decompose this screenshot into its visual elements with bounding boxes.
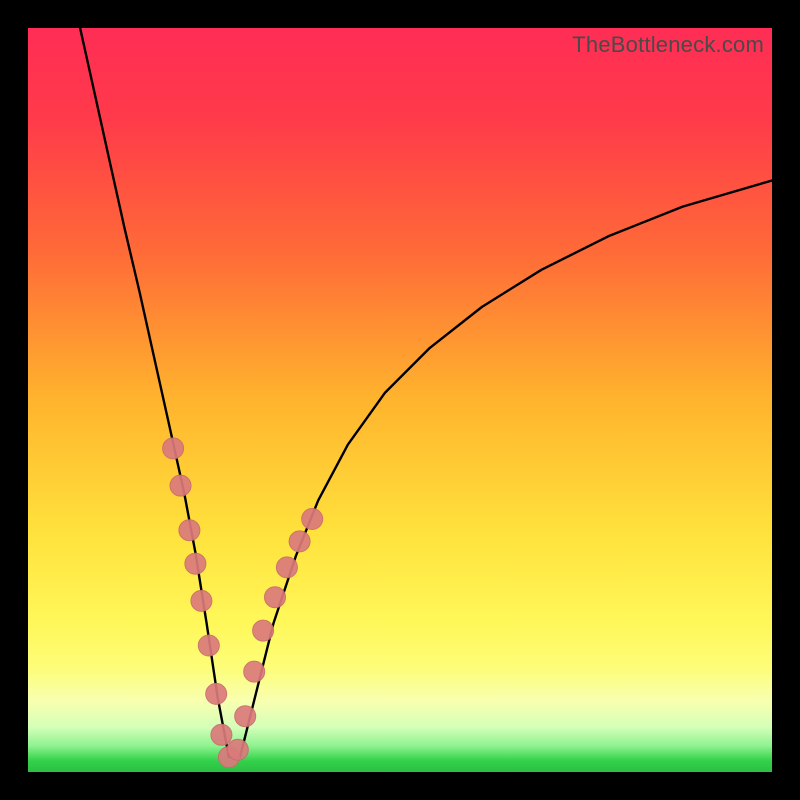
- data-marker: [235, 706, 256, 727]
- data-marker: [198, 635, 219, 656]
- data-marker: [185, 553, 206, 574]
- data-marker: [276, 557, 297, 578]
- data-marker: [302, 509, 323, 530]
- gradient-background: [28, 28, 772, 772]
- data-marker: [227, 739, 248, 760]
- data-marker: [170, 475, 191, 496]
- data-marker: [265, 587, 286, 608]
- data-marker: [179, 520, 200, 541]
- data-marker: [163, 438, 184, 459]
- chart-frame: TheBottleneck.com: [0, 0, 800, 800]
- data-marker: [191, 590, 212, 611]
- data-marker: [289, 531, 310, 552]
- data-marker: [253, 620, 274, 641]
- data-marker: [206, 683, 227, 704]
- bottleneck-chart: [28, 28, 772, 772]
- data-marker: [211, 724, 232, 745]
- watermark-text: TheBottleneck.com: [572, 32, 764, 58]
- data-marker: [244, 661, 265, 682]
- plot-area: TheBottleneck.com: [28, 28, 772, 772]
